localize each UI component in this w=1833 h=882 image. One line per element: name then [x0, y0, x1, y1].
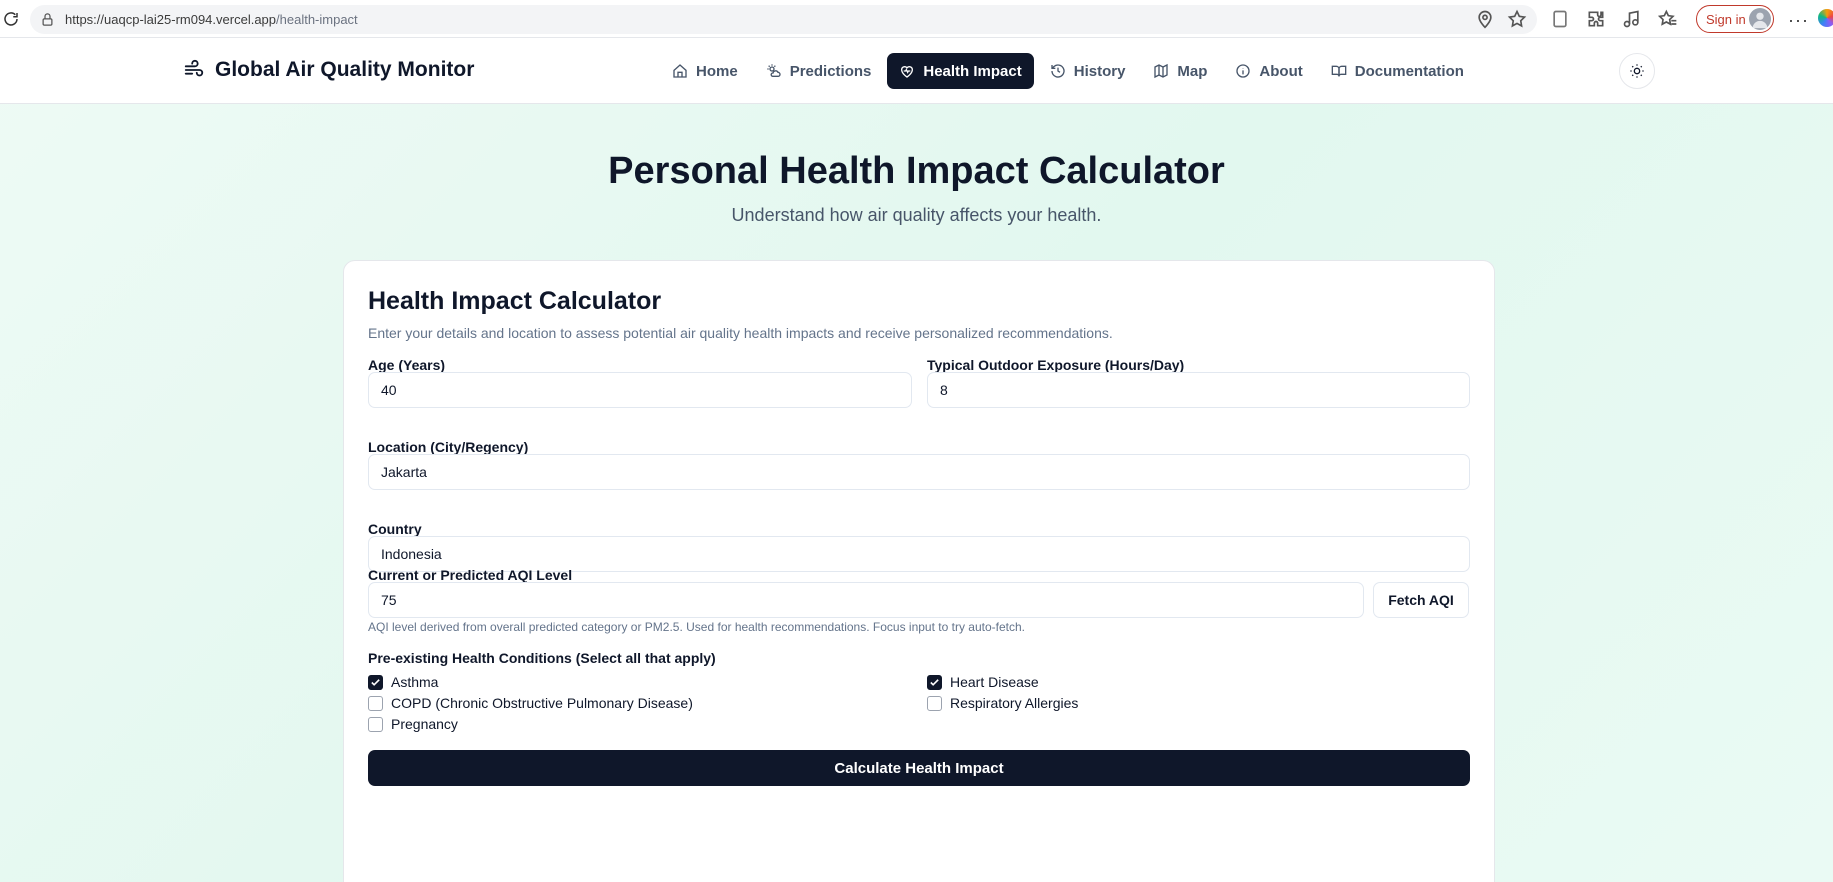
- top-nav: Global Air Quality Monitor Home Predicti…: [0, 38, 1833, 104]
- extensions-icon[interactable]: [1586, 9, 1606, 29]
- sign-in-button[interactable]: Sign in: [1696, 5, 1774, 33]
- page: Global Air Quality Monitor Home Predicti…: [0, 38, 1833, 882]
- card-title: Health Impact Calculator: [368, 287, 662, 315]
- condition-label: Asthma: [391, 674, 439, 690]
- more-icon[interactable]: ···: [1788, 10, 1809, 31]
- sign-in-label: Sign in: [1706, 11, 1746, 27]
- history-icon: [1051, 64, 1065, 78]
- reader-icon[interactable]: [1550, 9, 1570, 29]
- avatar-icon: [1749, 8, 1771, 30]
- nav-links: Home Predictions Health Impact History M…: [660, 53, 1476, 89]
- calculator-card: Health Impact Calculator Enter your deta…: [343, 260, 1495, 882]
- nav-item-home[interactable]: Home: [660, 53, 750, 89]
- age-label: Age (Years): [368, 357, 446, 373]
- copilot-icon[interactable]: [1818, 9, 1833, 27]
- check-icon: [371, 678, 380, 686]
- nav-item-about[interactable]: About: [1223, 53, 1314, 89]
- nav-label: Home: [696, 62, 738, 80]
- brand-name: Global Air Quality Monitor: [215, 58, 475, 81]
- map-icon: [1154, 63, 1169, 79]
- aqi-hint: AQI level derived from overall predicted…: [368, 620, 1025, 634]
- info-icon: [1236, 64, 1251, 78]
- condition-label: COPD (Chronic Obstructive Pulmonary Dise…: [391, 695, 693, 711]
- nav-label: Documentation: [1354, 62, 1464, 80]
- nav-item-documentation[interactable]: Documentation: [1319, 53, 1476, 89]
- media-icon[interactable]: [1622, 9, 1642, 29]
- sun-icon: [1630, 64, 1644, 78]
- reload-icon[interactable]: [2, 10, 20, 28]
- condition-respiratory-allergies[interactable]: Respiratory Allergies: [927, 695, 1078, 711]
- page-title: Personal Health Impact Calculator: [608, 150, 1225, 192]
- star-icon[interactable]: [1507, 9, 1527, 29]
- page-subtitle: Understand how air quality affects your …: [731, 205, 1102, 225]
- conditions-label: Pre-existing Health Conditions (Select a…: [368, 650, 716, 666]
- checkbox-heart-disease[interactable]: [927, 674, 942, 690]
- theme-toggle-button[interactable]: [1619, 53, 1655, 89]
- sun-cloud-icon: [767, 64, 781, 77]
- location-icon[interactable]: [1475, 9, 1495, 29]
- location-input[interactable]: [368, 454, 1470, 490]
- condition-label: Respiratory Allergies: [950, 695, 1079, 711]
- url-text: https://uaqcp-lai25-rm094.vercel.app/hea…: [65, 12, 358, 27]
- nav-label: Predictions: [789, 62, 872, 80]
- card-description: Enter your details and location to asses…: [368, 325, 1113, 341]
- nav-item-predictions[interactable]: Predictions: [754, 53, 884, 89]
- condition-pregnancy[interactable]: Pregnancy: [368, 716, 458, 732]
- lock-icon: [42, 13, 53, 26]
- calculate-button[interactable]: Calculate Health Impact: [368, 750, 1470, 786]
- book-icon: [1331, 65, 1347, 77]
- wind-icon: [184, 59, 204, 77]
- nav-label: About: [1259, 62, 1303, 80]
- age-input[interactable]: [368, 372, 912, 408]
- brand[interactable]: Global Air Quality Monitor: [183, 58, 474, 82]
- exposure-label: Typical Outdoor Exposure (Hours/Day): [927, 357, 1185, 373]
- nav-item-map[interactable]: Map: [1141, 53, 1219, 89]
- favorites-icon[interactable]: [1658, 9, 1678, 29]
- condition-asthma[interactable]: Asthma: [368, 674, 438, 690]
- condition-heart-disease[interactable]: Heart Disease: [927, 674, 1039, 690]
- checkbox-pregnancy[interactable]: [368, 716, 383, 732]
- checkbox-asthma[interactable]: [368, 674, 383, 690]
- home-icon: [673, 64, 687, 78]
- checkbox-copd[interactable]: [368, 695, 383, 711]
- browser-toolbar: https://uaqcp-lai25-rm094.vercel.app/hea…: [0, 0, 1833, 38]
- nav-item-history[interactable]: History: [1038, 53, 1138, 89]
- condition-copd[interactable]: COPD (Chronic Obstructive Pulmonary Dise…: [368, 695, 693, 711]
- heart-pulse-icon: [901, 66, 914, 78]
- fetch-aqi-button[interactable]: Fetch AQI: [1373, 582, 1469, 618]
- address-bar[interactable]: https://uaqcp-lai25-rm094.vercel.app/hea…: [30, 5, 1537, 34]
- nav-item-health-impact[interactable]: Health Impact: [887, 53, 1034, 89]
- check-icon: [930, 678, 939, 686]
- nav-label: Health Impact: [923, 62, 1022, 80]
- aqi-input[interactable]: [368, 582, 1364, 618]
- nav-label: Map: [1177, 62, 1208, 80]
- exposure-input[interactable]: [927, 372, 1470, 408]
- url-path: /health-impact: [276, 12, 358, 27]
- aqi-label: Current or Predicted AQI Level: [368, 567, 573, 583]
- condition-label: Pregnancy: [391, 716, 458, 732]
- location-label: Location (City/Regency): [368, 439, 529, 455]
- country-label: Country: [368, 521, 422, 537]
- url-host: https://uaqcp-lai25-rm094.vercel.app: [65, 12, 277, 27]
- checkbox-respiratory-allergies[interactable]: [927, 695, 942, 711]
- condition-label: Heart Disease: [950, 674, 1039, 690]
- nav-label: History: [1073, 62, 1126, 80]
